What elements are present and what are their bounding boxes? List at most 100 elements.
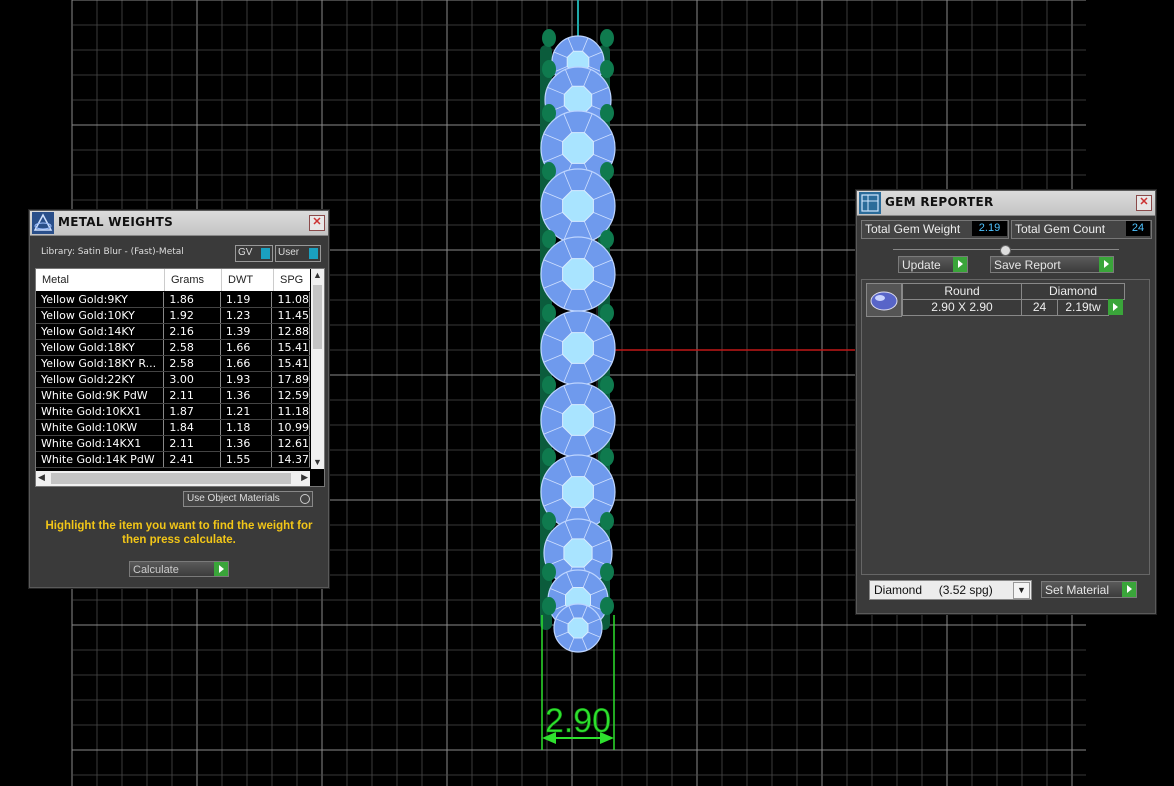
total-gem-count-label: Total Gem Count [1015,222,1106,236]
close-icon[interactable]: ✕ [1136,195,1152,211]
table-cell: 12.61 [271,435,310,452]
table-cell: 1.87 [163,403,221,420]
table-cell: 17.89 [271,371,310,388]
metal-table-header: Metal Grams DWT SPG [36,269,310,291]
radio-icon [300,494,310,504]
toggle-gv-label: GV [238,247,253,258]
table-cell: 1.92 [163,307,221,324]
metal-weights-titlebar[interactable]: METAL WEIGHTS ✕ [30,211,328,236]
gem-row-play-icon[interactable] [1108,299,1123,315]
play-icon [1122,582,1136,597]
table-cell: 1.36 [220,435,273,452]
toggle-gv-indicator [261,248,270,259]
metal-weights-title: METAL WEIGHTS [58,215,174,229]
dropdown-arrow-icon[interactable]: ▼ [1013,582,1030,599]
metal-table: Yellow Gold:9KY 1.86 1.19 11.08 Yellow Gold:… [36,292,310,468]
table-cell: 15.41 [271,355,310,372]
calculate-button[interactable]: Calculate [129,561,229,577]
toggle-gv[interactable]: GV [235,245,273,262]
table-cell: Yellow Gold:10KY [36,307,165,324]
table-row[interactable]: Yellow Gold:22KY 3.00 1.93 17.89 [36,371,310,388]
table-cell: 2.58 [163,355,221,372]
table-cell: 1.55 [220,451,273,468]
table-cell: 14.37 [271,451,310,468]
table-cell: Yellow Gold:9KY [36,292,165,308]
table-row[interactable]: Yellow Gold:18KY 2.58 1.66 15.41 [36,339,310,356]
scroll-up-icon[interactable]: ▲ [311,269,324,282]
metal-table-container: Metal Grams DWT SPG Yellow Gold:9KY 1.86 1… [35,268,325,487]
set-material-label: Set Material [1045,583,1110,597]
toggle-user-indicator [309,248,318,259]
table-row[interactable]: Yellow Gold:10KY 1.92 1.23 11.45 [36,307,310,324]
horizontal-scrollbar[interactable]: ◀ ▶ [36,471,310,486]
vertical-scrollbar[interactable]: ▲ ▼ [311,269,324,469]
gem-list: Round Diamond 2.90 X 2.90 24 2.19tw [861,279,1150,575]
table-cell: 2.58 [163,339,221,356]
library-label: Library: Satin Blur - (Fast)-Metal [41,247,184,257]
table-cell: 1.84 [163,419,221,436]
close-icon[interactable]: ✕ [309,215,325,231]
total-gem-weight-label: Total Gem Weight [865,222,961,236]
gem-reporter-titlebar[interactable]: GEM REPORTER ✕ [857,191,1155,216]
table-cell: 1.93 [220,371,273,388]
gem-row[interactable]: Round Diamond 2.90 X 2.90 24 2.19tw [866,283,1125,317]
app-logo-icon [32,212,54,234]
table-row[interactable]: White Gold:14KX1 2.11 1.36 12.61 [36,435,310,452]
table-cell: White Gold:14KX1 [36,435,165,452]
play-icon [1099,257,1113,272]
calculate-label: Calculate [133,564,179,576]
toggle-user[interactable]: User [275,245,321,262]
table-cell: 10.99 [271,419,310,436]
total-gem-weight: Total Gem Weight 2.19 [861,220,1009,239]
table-cell: 1.66 [220,355,273,372]
column-header-spg[interactable]: SPG [280,274,303,286]
table-cell: White Gold:9K PdW [36,387,165,404]
table-row[interactable]: Yellow Gold:9KY 1.86 1.19 11.08 [36,292,310,308]
table-cell: 1.39 [220,323,273,340]
save-report-button[interactable]: Save Report [990,256,1114,273]
scroll-right-icon[interactable]: ▶ [301,472,308,483]
table-cell: 12.88 [271,323,310,340]
table-cell: White Gold:14K PdW [36,451,165,468]
table-cell: 1.21 [220,403,273,420]
scroll-thumb[interactable] [313,285,322,349]
splitter-handle-icon[interactable] [1000,245,1011,256]
gem-size: 2.90 X 2.90 [902,299,1022,316]
play-icon [953,257,967,272]
table-cell: 2.41 [163,451,221,468]
table-cell: 2.11 [163,435,221,452]
set-material-button[interactable]: Set Material [1041,581,1137,598]
table-cell: 11.45 [271,307,310,324]
table-cell: 15.41 [271,339,310,356]
table-cell: 1.36 [220,387,273,404]
update-button[interactable]: Update [898,256,968,273]
play-icon [214,562,228,576]
table-row[interactable]: White Gold:10KX1 1.87 1.21 11.18 [36,403,310,420]
table-row[interactable]: White Gold:9K PdW 2.11 1.36 12.59 [36,387,310,404]
gem-material: Diamond [1021,283,1125,300]
table-cell: Yellow Gold:18KY [36,339,165,356]
table-cell: Yellow Gold:18KY R... [36,355,165,372]
panel-splitter[interactable] [893,245,1119,256]
metal-weights-panel: METAL WEIGHTS ✕ Library: Satin Blur - (F… [29,210,329,588]
ring-model[interactable] [540,29,616,653]
total-gem-weight-value: 2.19 [972,221,1007,236]
scroll-down-icon[interactable]: ▼ [311,456,324,469]
scroll-hthumb[interactable] [51,473,291,484]
table-row[interactable]: White Gold:14K PdW 2.41 1.55 14.37 [36,451,310,468]
table-cell: 2.11 [163,387,221,404]
table-cell: 11.18 [271,403,310,420]
use-object-materials-toggle[interactable]: Use Object Materials [183,491,313,507]
gem-reporter-icon [859,192,881,214]
column-header-dwt[interactable]: DWT [228,274,253,286]
table-row[interactable]: Yellow Gold:18KY R... 2.58 1.66 15.41 [36,355,310,372]
table-row[interactable]: Yellow Gold:14KY 2.16 1.39 12.88 [36,323,310,340]
table-cell: 1.23 [220,307,273,324]
toggle-user-label: User [278,247,300,258]
material-select[interactable]: Diamond (3.52 spg) ▼ [869,580,1032,600]
total-gem-count: Total Gem Count 24 [1011,220,1152,239]
column-header-grams[interactable]: Grams [171,274,204,286]
column-header-metal[interactable]: Metal [42,274,69,286]
table-row[interactable]: White Gold:10KW 1.84 1.18 10.99 [36,419,310,436]
scroll-left-icon[interactable]: ◀ [38,472,45,483]
